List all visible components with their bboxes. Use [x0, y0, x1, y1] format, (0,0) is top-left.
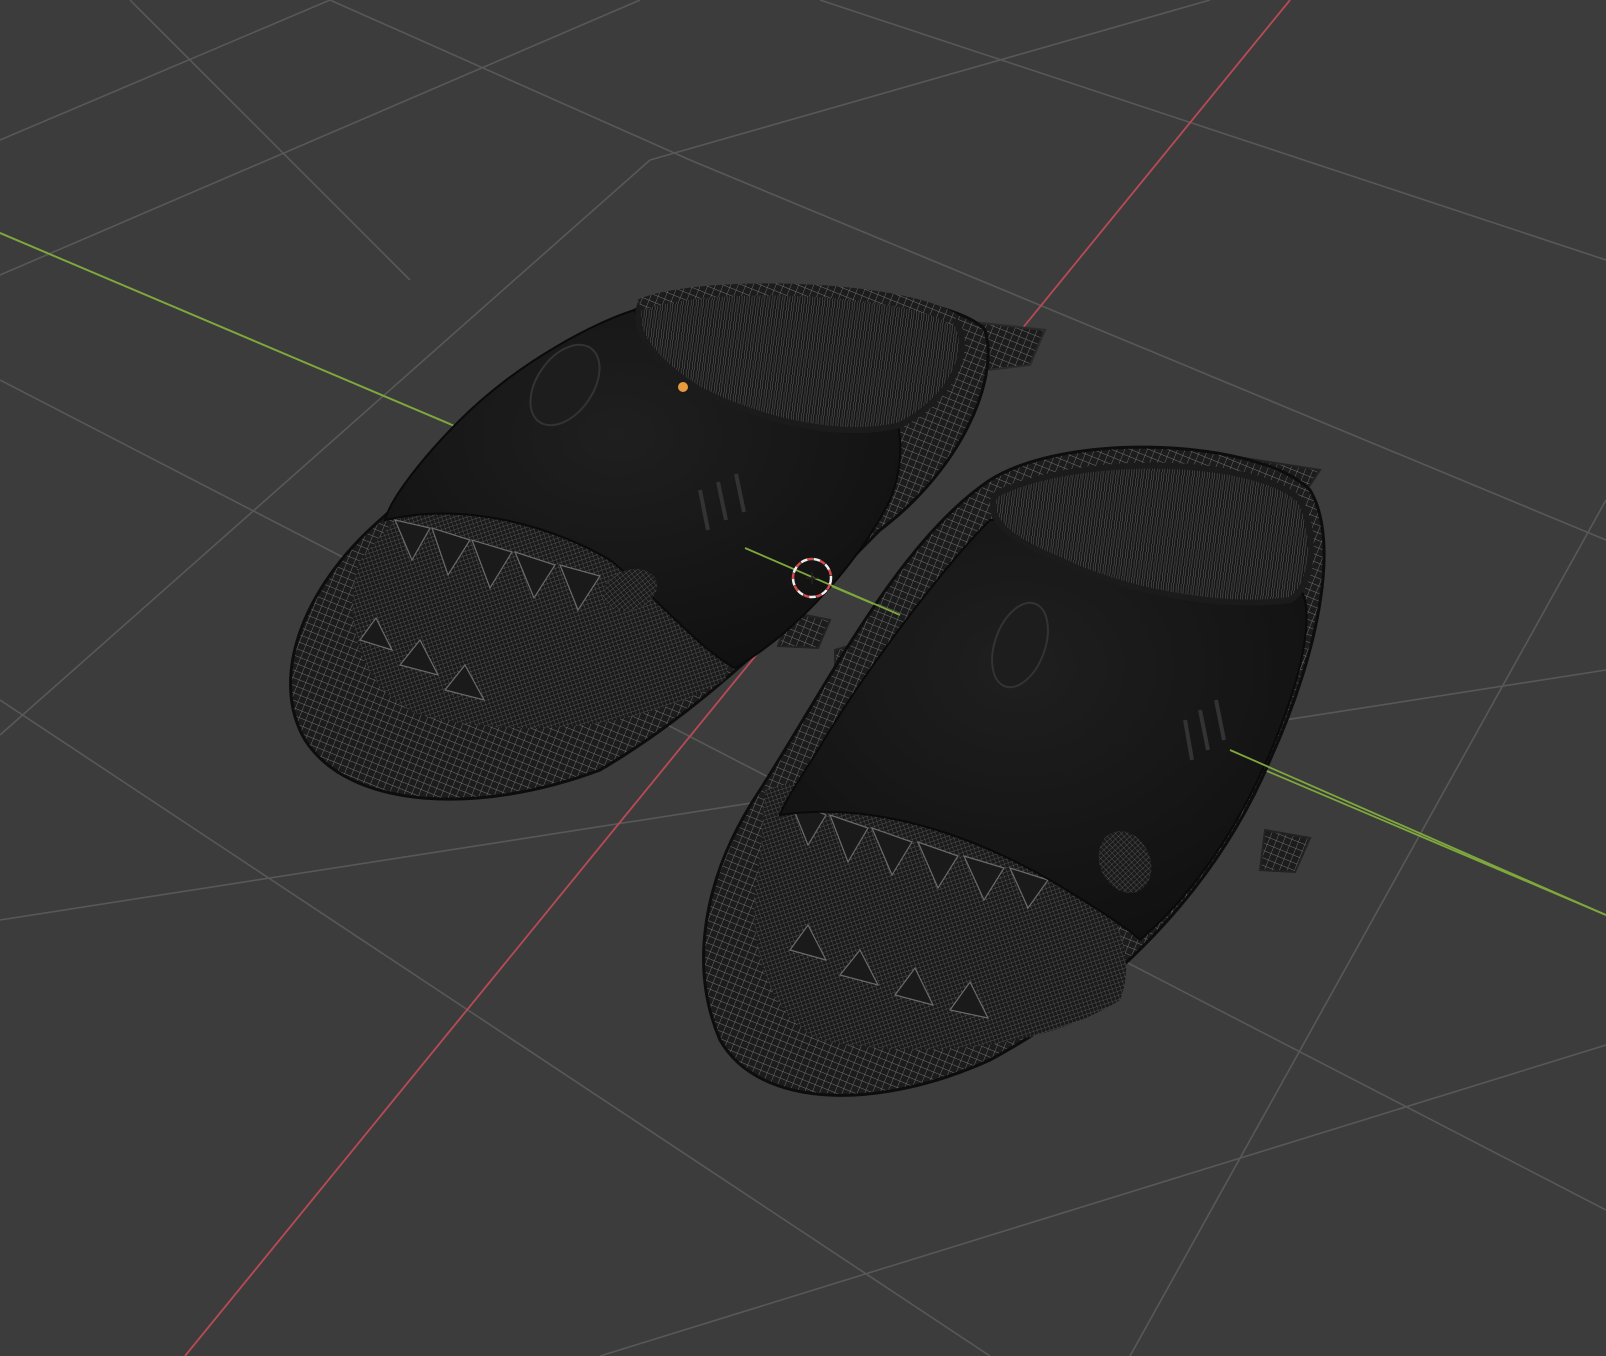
- axis-lines: [0, 0, 1606, 1356]
- 3d-viewport[interactable]: [0, 0, 1606, 1356]
- grid-floor: [0, 0, 1606, 1356]
- side-fin-right-side: [1258, 828, 1312, 874]
- viewport-canvas[interactable]: [0, 0, 1606, 1356]
- object-origin-icon: [678, 382, 688, 392]
